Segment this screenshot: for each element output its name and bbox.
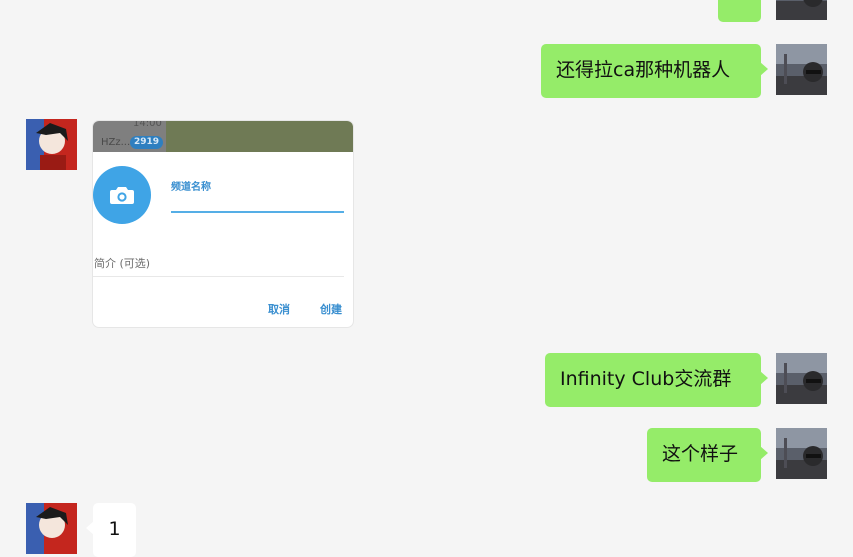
message-bubble-own[interactable]: 这个样子 [647,428,768,482]
avatar-self[interactable] [776,428,827,479]
screenshot-channel-name-label: 频道名称 [171,182,211,193]
message-text: 还得拉ca那种机器人 [556,59,731,81]
avatar-other[interactable] [26,119,77,170]
avatar-self-image [776,44,827,95]
screenshot-divider [93,276,344,277]
screenshot-description-label: 简介 (可选) [94,257,151,270]
screenshot-name: HZz... [101,137,131,148]
message-text: 这个样子 [662,443,739,465]
message-text: Infinity Club交流群 [560,368,732,390]
screenshot-camera-button [93,166,151,224]
camera-icon [110,187,134,204]
message-bubble-own[interactable]: 还得拉ca那种机器人 [541,44,768,98]
avatar-self-image [776,0,827,20]
avatar-self[interactable] [776,353,827,404]
avatar-other-image [26,119,77,170]
message-text: 1 [733,0,745,5]
screenshot-header: 14:00 HZz... 2919 [93,121,353,152]
avatar-other-image [26,503,77,554]
avatar-self[interactable] [776,0,827,20]
avatar-other[interactable] [26,503,77,554]
screenshot-badge: 2919 [130,136,164,149]
message-bubble-other[interactable]: 1 [86,503,136,557]
screenshot-input-underline [171,211,344,213]
message-text: 1 [108,518,121,540]
image-message[interactable]: 14:00 HZz... 2919 频道名称 简介 (可选) 取消 创建 [93,121,353,327]
message-bubble-own[interactable]: 1 [718,0,761,22]
avatar-self[interactable] [776,44,827,95]
message-bubble-own[interactable]: Infinity Club交流群 [545,353,768,407]
screenshot-create-button: 创建 [320,303,342,316]
screenshot-cancel-button: 取消 [268,303,290,316]
avatar-self-image [776,428,827,479]
screenshot-time: 14:00 [133,121,162,129]
avatar-self-image [776,353,827,404]
